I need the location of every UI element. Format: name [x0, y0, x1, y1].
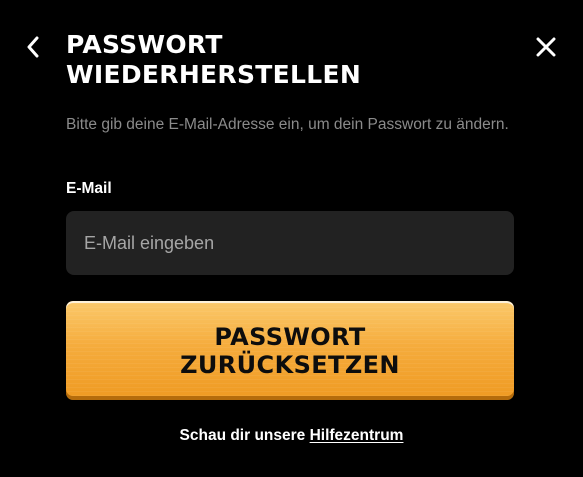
email-input[interactable] — [66, 211, 514, 275]
close-button[interactable] — [533, 34, 559, 60]
reset-password-button-line-1: PASSWORT — [214, 322, 366, 351]
reset-password-button-line-2: ZURÜCKSETZEN — [180, 350, 400, 379]
email-label: E-Mail — [66, 180, 112, 197]
back-button[interactable] — [20, 34, 46, 60]
page-title: PASSWORT WIEDERHERSTELLEN — [66, 30, 486, 90]
chevron-left-icon — [27, 36, 39, 58]
page-title-line-1: PASSWORT — [66, 30, 223, 59]
help-center-link[interactable]: Hilfezentrum — [310, 427, 404, 444]
page-title-line-2: WIEDERHERSTELLEN — [66, 60, 362, 89]
close-icon — [536, 37, 556, 57]
help-text: Schau dir unsere Hilfezentrum — [0, 427, 583, 445]
reset-password-button[interactable]: PASSWORT ZURÜCKSETZEN — [66, 301, 514, 400]
help-prefix: Schau dir unsere — [179, 427, 310, 444]
instruction-text: Bitte gib deine E-Mail-Adresse ein, um d… — [66, 116, 509, 133]
